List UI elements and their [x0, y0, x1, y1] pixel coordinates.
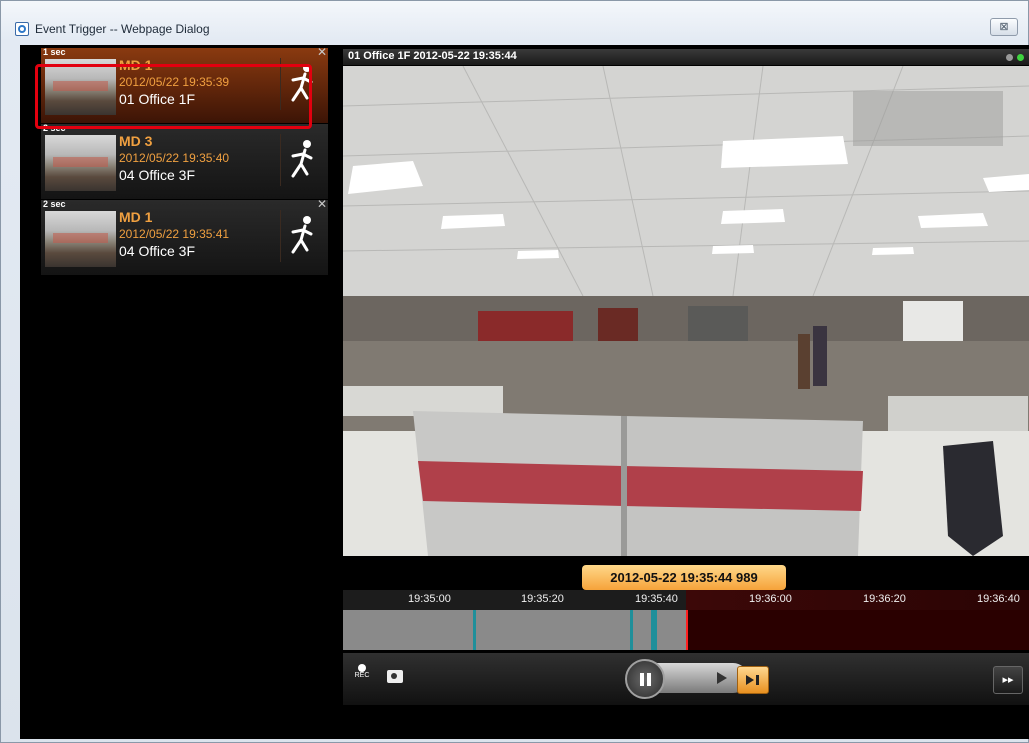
ie-page-icon: [15, 22, 29, 36]
record-icon: [358, 664, 366, 672]
time-ruler: 19:35:00 19:35:20 19:35:40 19:36:00 19:3…: [343, 590, 1029, 610]
playback-controls: REC ▸▸: [343, 653, 1029, 705]
event-marker: [473, 610, 476, 650]
time-tick: 19:35:00: [408, 593, 451, 605]
video-header: 01 Office 1F 2012-05-22 19:35:44: [343, 49, 1029, 65]
current-time-badge: 2012-05-22 19:35:44 989: [582, 565, 786, 596]
event-thumbnail: [45, 135, 116, 191]
remove-event-icon[interactable]: ✕: [317, 197, 327, 211]
step-forward-button[interactable]: [737, 666, 769, 694]
snapshot-camera-icon[interactable]: [387, 670, 403, 683]
video-title: 01 Office 1F 2012-05-22 19:35:44: [348, 50, 517, 62]
event-marker: [630, 610, 633, 650]
event-location: 04 Office 3F: [119, 243, 196, 259]
status-indicator-green: [1017, 54, 1024, 61]
event-list: 1 sec ✕ MD 1 2012/05/22 19:35:39 01 Offi…: [20, 45, 328, 739]
fast-forward-button[interactable]: ▸▸: [993, 666, 1023, 694]
event-duration: 1 sec: [43, 47, 66, 57]
event-item[interactable]: 2 sec MD 3 2012/05/22 19:35:40 04 Office…: [41, 123, 328, 199]
pause-button[interactable]: [625, 659, 665, 699]
time-tick: 19:36:00: [749, 593, 792, 605]
event-timestamp: 2012/05/22 19:35:41: [119, 227, 230, 241]
time-tick: 19:36:40: [977, 593, 1020, 605]
window-title: Event Trigger -- Webpage Dialog: [35, 22, 210, 36]
viewer-area: 1 sec ✕ MD 1 2012/05/22 19:35:39 01 Offi…: [20, 45, 1029, 739]
selected-event-highlight: [35, 64, 312, 129]
time-tick: 19:35:20: [521, 593, 564, 605]
event-location: 04 Office 3F: [119, 167, 196, 183]
record-label: REC: [354, 672, 370, 679]
remove-event-icon[interactable]: ✕: [317, 45, 327, 59]
close-window-button[interactable]: ⊠: [990, 18, 1018, 36]
event-timestamp: 2012/05/22 19:35:40: [119, 151, 230, 165]
event-type: MD 1: [119, 209, 153, 225]
dialog-window: Event Trigger -- Webpage Dialog ⊠ 1 sec …: [0, 0, 1029, 743]
event-duration: 2 sec: [43, 199, 66, 209]
event-thumbnail: [45, 211, 116, 267]
running-person-icon: [280, 210, 313, 262]
played-range: [343, 610, 686, 650]
event-marker: [651, 610, 657, 650]
time-tick: 19:36:20: [863, 593, 906, 605]
record-button[interactable]: REC: [351, 664, 373, 690]
play-arrow-icon: [717, 672, 727, 684]
title-bar: Event Trigger -- Webpage Dialog ⊠: [1, 1, 1028, 45]
event-item[interactable]: 2 sec ✕ MD 1 2012/05/22 19:35:41 04 Offi…: [41, 197, 328, 275]
running-person-icon: [280, 134, 313, 186]
playhead[interactable]: [686, 610, 688, 650]
event-type: MD 3: [119, 133, 153, 149]
time-tick: 19:35:40: [635, 593, 678, 605]
status-indicator-gray: [1006, 54, 1013, 61]
timeline-track[interactable]: [343, 610, 1029, 650]
camera-video-frame[interactable]: [343, 66, 1029, 556]
